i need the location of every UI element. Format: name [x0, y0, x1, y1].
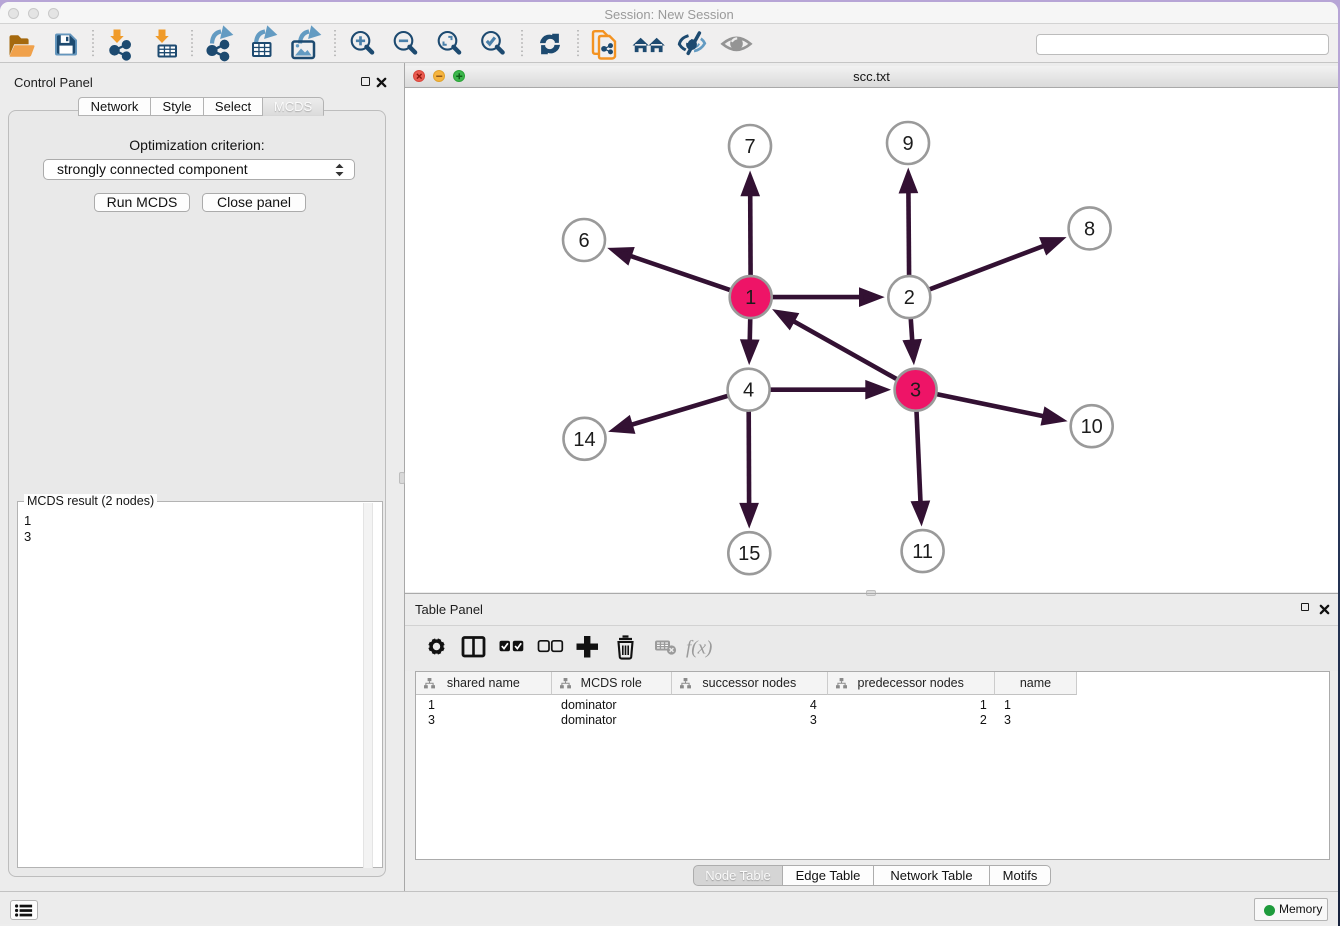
svg-text:11: 11: [912, 541, 933, 563]
svg-text:15: 15: [738, 543, 760, 565]
svg-text:9: 9: [902, 133, 913, 155]
svg-text:f(x): f(x): [686, 637, 712, 658]
svg-text:10: 10: [1081, 416, 1103, 438]
svg-text:8: 8: [1084, 218, 1095, 240]
svg-text:14: 14: [573, 429, 595, 451]
svg-text:1: 1: [745, 287, 756, 309]
svg-text:7: 7: [744, 136, 755, 158]
svg-text:3: 3: [910, 380, 921, 402]
svg-text:4: 4: [743, 380, 754, 402]
svg-text:2: 2: [904, 287, 915, 309]
svg-text:6: 6: [578, 230, 589, 252]
